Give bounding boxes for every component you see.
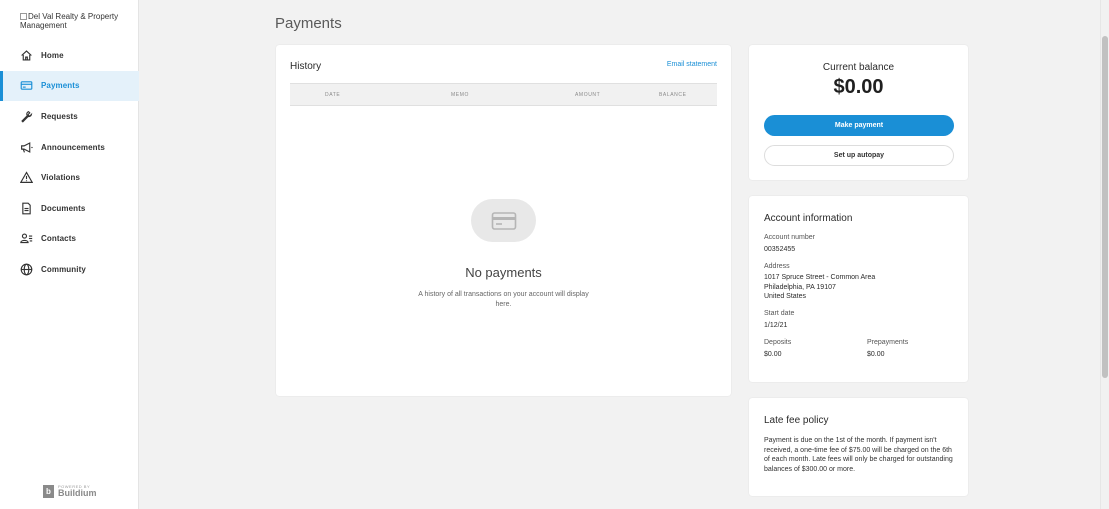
sidebar-item-requests[interactable]: Requests — [0, 101, 139, 132]
sidebar-item-payments[interactable]: Payments — [0, 70, 139, 102]
address-line-1: 1017 Spruce Street - Common Area — [764, 274, 876, 281]
sidebar-item-label: Contacts — [41, 234, 77, 244]
powered-by-buildium[interactable]: b POWERED BY Buildium — [43, 484, 97, 498]
page-title: Payments — [275, 15, 342, 32]
account-information-card: Account information Account number 00352… — [749, 196, 968, 382]
email-statement-link[interactable]: Email statement — [667, 61, 717, 68]
column-header-memo[interactable]: MEMO — [451, 92, 469, 98]
empty-state-description: A history of all transactions on your ac… — [418, 291, 589, 308]
deposits-value: $0.00 — [764, 351, 782, 358]
address-line-2: Philadelphia, PA 19107 — [764, 283, 836, 291]
history-table-header: DATE MEMO AMOUNT BALANCE — [290, 83, 717, 106]
empty-state-title: No payments — [465, 265, 542, 280]
buildium-brand: Buildium — [58, 488, 97, 498]
page-scrollbar[interactable] — [1100, 0, 1109, 509]
deposits-label: Deposits — [764, 339, 792, 346]
sidebar-item-label: Documents — [41, 203, 86, 213]
address-label: Address — [764, 263, 790, 270]
contacts-icon — [20, 232, 33, 245]
sidebar-item-label: Violations — [41, 173, 81, 183]
globe-icon — [20, 263, 33, 276]
late-fee-policy-title: Late fee policy — [764, 415, 829, 426]
sidebar-nav: Home Payments Requests Announcements Vio… — [0, 40, 139, 285]
sidebar-item-label: Home — [41, 50, 64, 60]
prepayments-value: $0.00 — [867, 351, 885, 358]
history-card: History Email statement DATE MEMO AMOUNT… — [276, 45, 731, 396]
megaphone-icon — [20, 141, 33, 154]
column-header-date[interactable]: DATE — [325, 92, 340, 98]
prepayments-label: Prepayments — [867, 339, 909, 346]
late-fee-policy-text: Payment is due on the 1st of the month. … — [764, 437, 953, 473]
balance-card: Current balance $0.00 Make payment Set u… — [749, 45, 968, 180]
sidebar-item-announcements[interactable]: Announcements — [0, 132, 139, 163]
empty-state-card-icon — [471, 199, 536, 242]
history-title: History — [290, 61, 322, 72]
late-fee-policy-card: Late fee policy Payment is due on the 1s… — [749, 398, 968, 496]
sidebar-item-label: Community — [41, 264, 86, 274]
make-payment-button[interactable]: Make payment — [764, 115, 954, 136]
account-number-value: 00352455 — [764, 246, 796, 253]
start-date-value: 1/12/21 — [764, 322, 788, 329]
current-balance-label: Current balance — [822, 62, 895, 73]
home-icon — [20, 49, 33, 62]
sidebar-item-label: Requests — [41, 111, 78, 121]
current-balance-amount: $0.00 — [833, 76, 884, 98]
start-date-label: Start date — [764, 310, 795, 317]
company-logo[interactable]: Del Val Realty & Property Management — [20, 12, 130, 30]
sidebar-item-documents[interactable]: Documents — [0, 193, 139, 224]
document-icon — [20, 202, 33, 215]
scrollbar-thumb[interactable] — [1102, 36, 1108, 378]
buildium-logo-icon: b — [43, 484, 54, 498]
set-up-autopay-button[interactable]: Set up autopay — [764, 145, 954, 166]
warning-icon — [20, 171, 33, 184]
column-header-balance[interactable]: BALANCE — [659, 92, 687, 98]
column-header-amount[interactable]: AMOUNT — [575, 92, 600, 98]
broken-image-icon — [20, 13, 27, 20]
sidebar-item-violations[interactable]: Violations — [0, 162, 139, 193]
sidebar-item-community[interactable]: Community — [0, 254, 139, 285]
sidebar-item-contacts[interactable]: Contacts — [0, 224, 139, 255]
sidebar-item-home[interactable]: Home — [0, 40, 139, 71]
sidebar: Del Val Realty & Property Management Hom… — [0, 0, 139, 509]
address-line-3: United States — [764, 293, 807, 300]
wrench-icon — [20, 110, 33, 123]
logo-alt-text: Del Val Realty & Property Management — [20, 12, 119, 30]
account-information-title: Account information — [764, 213, 853, 224]
sidebar-item-label: Payments — [41, 81, 80, 91]
card-icon — [20, 79, 33, 92]
sidebar-item-label: Announcements — [41, 142, 105, 152]
account-number-label: Account number — [764, 234, 815, 241]
